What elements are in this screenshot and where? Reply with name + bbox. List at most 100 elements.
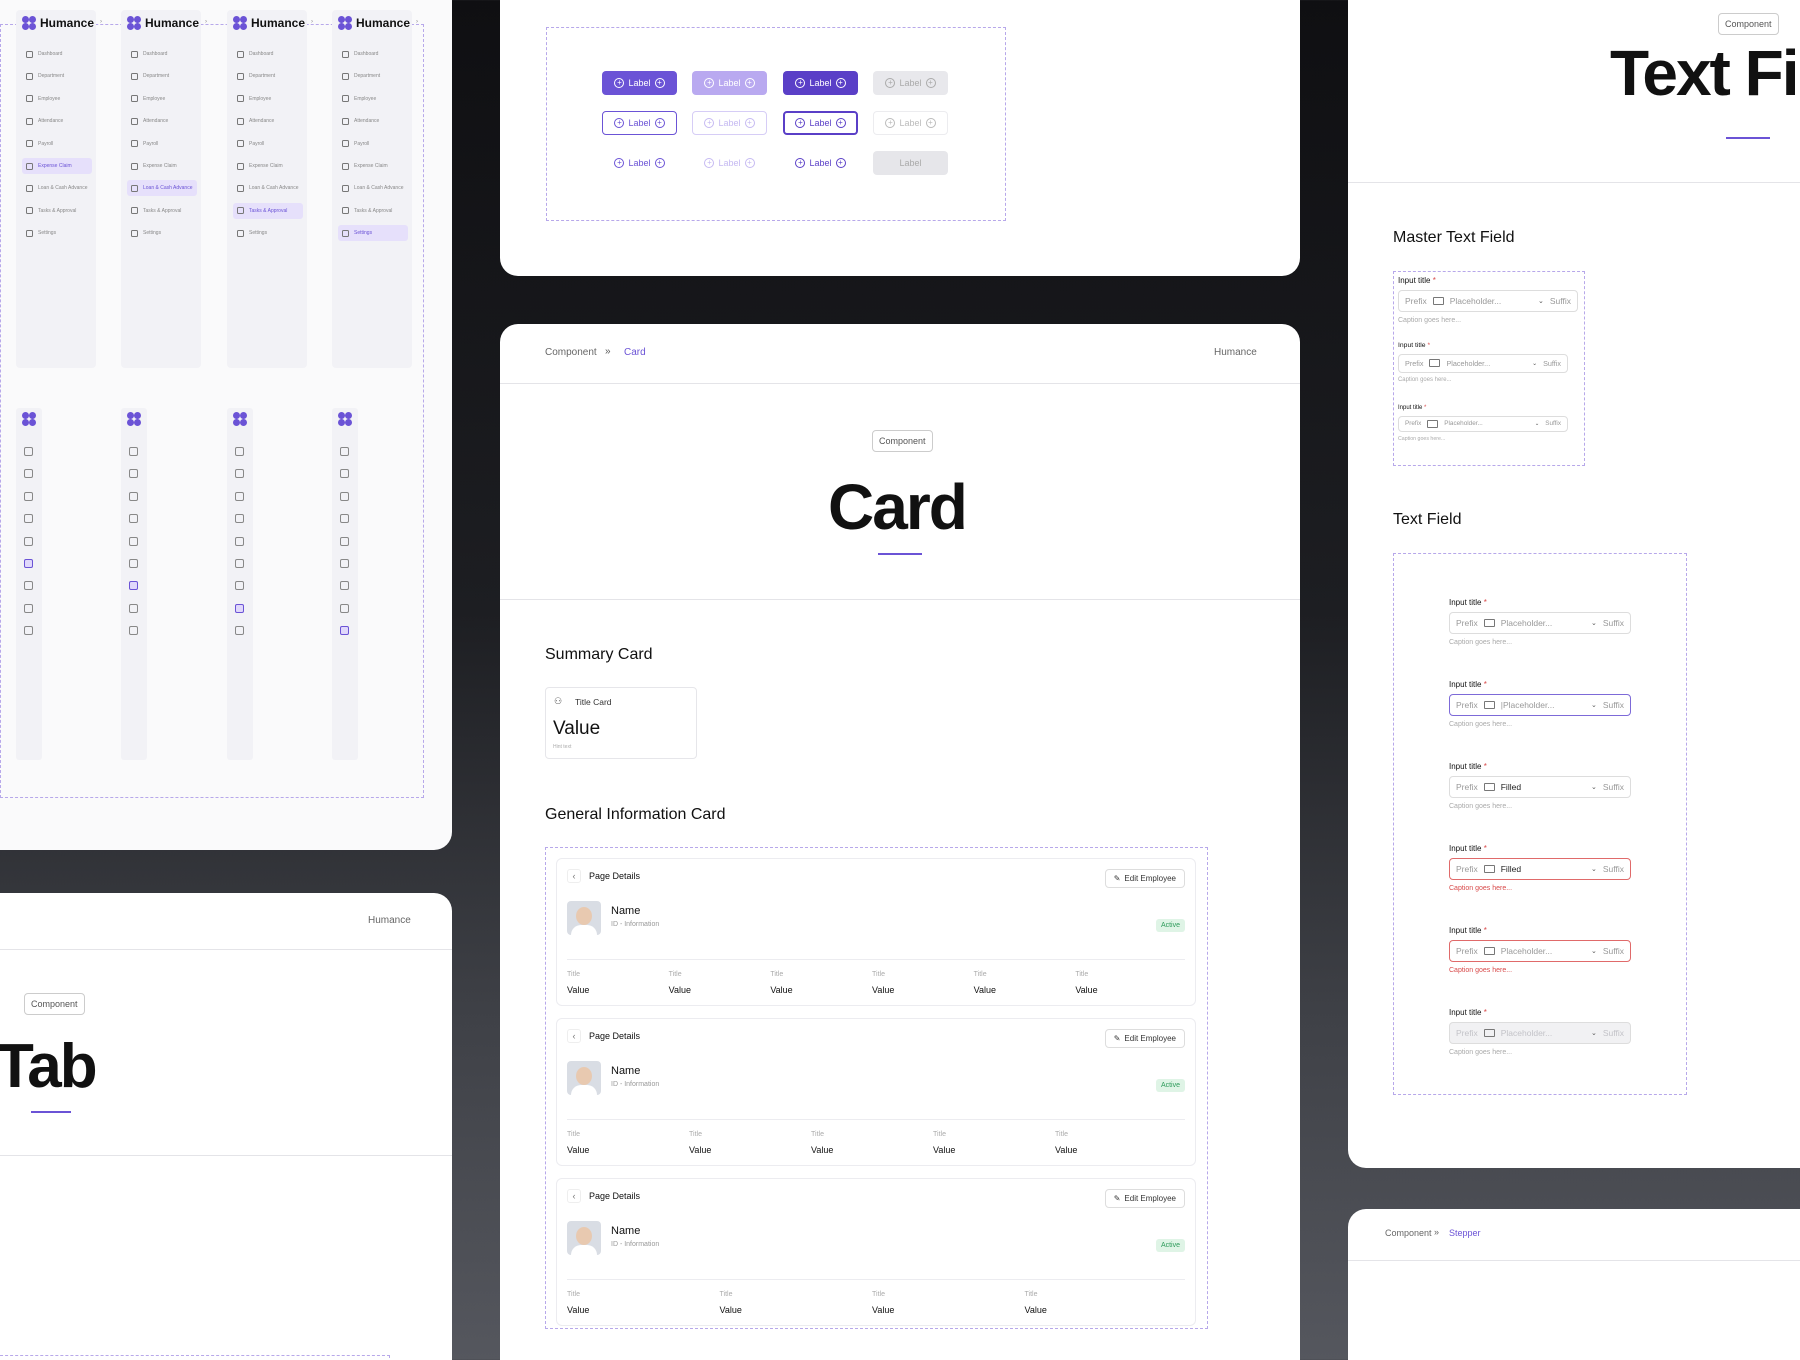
sidebar-collapsed-item-icon[interactable] [24, 559, 33, 568]
sidebar-item[interactable]: Attendance [233, 113, 303, 129]
summary-card[interactable]: ⚇ Title Card Value Hint text [545, 687, 697, 759]
chevron-down-icon[interactable]: ⌄ [1591, 865, 1597, 873]
sidebar-item[interactable]: Payroll [22, 136, 92, 152]
sidebar-item[interactable]: Expense Claim [338, 158, 408, 174]
sidebar-collapsed-item-icon[interactable] [340, 536, 349, 546]
collapse-icon[interactable]: › [311, 19, 313, 25]
sidebar-collapsed-item-icon[interactable] [24, 626, 33, 636]
sidebar-collapsed-item-icon[interactable] [24, 469, 33, 479]
sidebar-logo[interactable]: Humance [338, 16, 410, 30]
text-input[interactable]: Prefix Placeholder... ⌄ Suffix [1398, 290, 1578, 312]
sidebar-item[interactable]: Department [233, 68, 303, 84]
chevron-down-icon[interactable]: ⌄ [1591, 1029, 1597, 1037]
label-button[interactable]: + Label + [783, 151, 858, 175]
label-button[interactable]: + Label + [692, 151, 767, 175]
text-input[interactable]: Prefix Placeholder... ⌄ Suffix [1398, 415, 1568, 432]
text-input[interactable]: Prefix Placeholder... ⌄ Suffix [1398, 353, 1568, 373]
breadcrumb-root[interactable]: Component [545, 347, 597, 358]
sidebar-item[interactable]: Expense Claim [22, 158, 92, 174]
sidebar-item[interactable]: Employee [338, 91, 408, 107]
sidebar-item[interactable]: Attendance [127, 113, 197, 129]
sidebar-item[interactable]: Attendance [22, 113, 92, 129]
sidebar-collapsed-item-icon[interactable] [235, 491, 244, 501]
text-input[interactable]: Prefix Placeholder... ⌄ Suffix [1449, 940, 1631, 962]
sidebar-item[interactable]: Tasks & Approval [127, 203, 197, 219]
chevron-down-icon[interactable]: ⌄ [1535, 421, 1539, 427]
sidebar-logo[interactable]: Humance [127, 16, 199, 30]
sidebar-collapsed-item-icon[interactable] [129, 514, 138, 524]
sidebar-item[interactable]: Loan & Cash Advance [233, 180, 303, 196]
chevron-left-icon[interactable]: ‹ [567, 1189, 581, 1203]
label-button[interactable]: + Label + [873, 71, 948, 95]
breadcrumb-root[interactable]: Component [1385, 1228, 1432, 1238]
sidebar-item[interactable]: Employee [22, 91, 92, 107]
edit-employee-button[interactable]: ✎ Edit Employee [1104, 1189, 1185, 1208]
sidebar-collapsed-item-icon[interactable] [129, 447, 138, 456]
sidebar-item[interactable]: Department [22, 68, 92, 84]
sidebar-collapsed-item-icon[interactable] [24, 514, 33, 524]
sidebar-item[interactable]: Expense Claim [127, 158, 197, 174]
sidebar-collapsed-item-icon[interactable] [340, 447, 349, 456]
sidebar-collapsed-item-icon[interactable] [340, 603, 349, 613]
collapse-icon[interactable]: › [416, 19, 418, 25]
sidebar-collapsed-item-icon[interactable] [24, 603, 33, 613]
sidebar-collapsed-item-icon[interactable] [129, 559, 138, 568]
sidebar-collapsed-item-icon[interactable] [235, 514, 244, 524]
sidebar-collapsed-item-icon[interactable] [235, 447, 244, 456]
sidebar-item[interactable]: Loan & Cash Advance [127, 180, 197, 197]
sidebar-collapsed-item-icon[interactable] [235, 469, 244, 479]
sidebar-collapsed-item-icon[interactable] [24, 447, 33, 456]
sidebar-collapsed-item-icon[interactable] [235, 626, 244, 636]
sidebar-item[interactable]: Employee [127, 91, 197, 107]
label-button[interactable]: + Label + [692, 111, 767, 135]
label-button[interactable]: + Label + [783, 71, 858, 95]
sidebar-logo[interactable]: Humance [22, 16, 94, 30]
label-button[interactable]: Label [873, 151, 948, 175]
sidebar-collapsed-item-icon[interactable] [235, 581, 244, 591]
sidebar-item[interactable]: Tasks & Approval [22, 203, 92, 219]
sidebar-collapsed-item-icon[interactable] [129, 536, 138, 546]
text-input[interactable]: Prefix Placeholder... ⌄ Suffix [1449, 612, 1631, 634]
sidebar-item[interactable]: Dashboard [22, 46, 92, 62]
sidebar-item[interactable]: Settings [338, 225, 408, 242]
sidebar-collapsed-item-icon[interactable] [129, 626, 138, 636]
sidebar-collapsed-item-icon[interactable] [235, 559, 244, 568]
breadcrumb-current[interactable]: Stepper [1449, 1228, 1481, 1238]
text-input[interactable]: Prefix Placeholder... ⌄ Suffix [1449, 1022, 1631, 1044]
sidebar-item[interactable]: Loan & Cash Advance [338, 180, 408, 196]
sidebar-item[interactable]: Employee [233, 91, 303, 107]
sidebar-item[interactable]: Payroll [338, 136, 408, 152]
sidebar-collapsed-item-icon[interactable] [340, 559, 349, 568]
sidebar-collapsed-item-icon[interactable] [24, 491, 33, 501]
sidebar-collapsed-item-icon[interactable] [24, 536, 33, 546]
sidebar-collapsed-item-icon[interactable] [235, 603, 244, 613]
sidebar-logo[interactable]: Humance [233, 16, 305, 30]
sidebar-item[interactable]: Settings [127, 225, 197, 241]
sidebar-item[interactable]: Payroll [127, 136, 197, 152]
label-button[interactable]: + Label + [783, 111, 858, 135]
chevron-left-icon[interactable]: ‹ [567, 869, 581, 883]
sidebar-item[interactable]: Loan & Cash Advance [22, 180, 92, 196]
sidebar-item[interactable]: Settings [22, 225, 92, 241]
breadcrumb-current[interactable]: Card [624, 347, 646, 358]
sidebar-collapsed-item-icon[interactable] [235, 536, 244, 546]
text-input[interactable]: Prefix Filled ⌄ Suffix [1449, 858, 1631, 880]
sidebar-collapsed-item-icon[interactable] [340, 514, 349, 524]
sidebar-collapsed-item-icon[interactable] [129, 469, 138, 479]
chevron-left-icon[interactable]: ‹ [567, 1029, 581, 1043]
sidebar-item[interactable]: Payroll [233, 136, 303, 152]
label-button[interactable]: + Label + [873, 111, 948, 135]
sidebar-item[interactable]: Tasks & Approval [338, 203, 408, 219]
sidebar-item[interactable]: Department [338, 68, 408, 84]
text-input[interactable]: Prefix Filled ⌄ Suffix [1449, 776, 1631, 798]
sidebar-collapsed-item-icon[interactable] [340, 491, 349, 501]
collapse-icon[interactable]: › [100, 19, 102, 25]
sidebar-item[interactable]: Dashboard [127, 46, 197, 62]
sidebar-item[interactable]: Dashboard [338, 46, 408, 62]
sidebar-item[interactable]: Attendance [338, 113, 408, 129]
collapse-icon[interactable]: › [205, 19, 207, 25]
chevron-down-icon[interactable]: ⌄ [1532, 360, 1537, 367]
label-button[interactable]: + Label + [602, 111, 677, 135]
label-button[interactable]: + Label + [692, 71, 767, 95]
chevron-down-icon[interactable]: ⌄ [1591, 701, 1597, 709]
